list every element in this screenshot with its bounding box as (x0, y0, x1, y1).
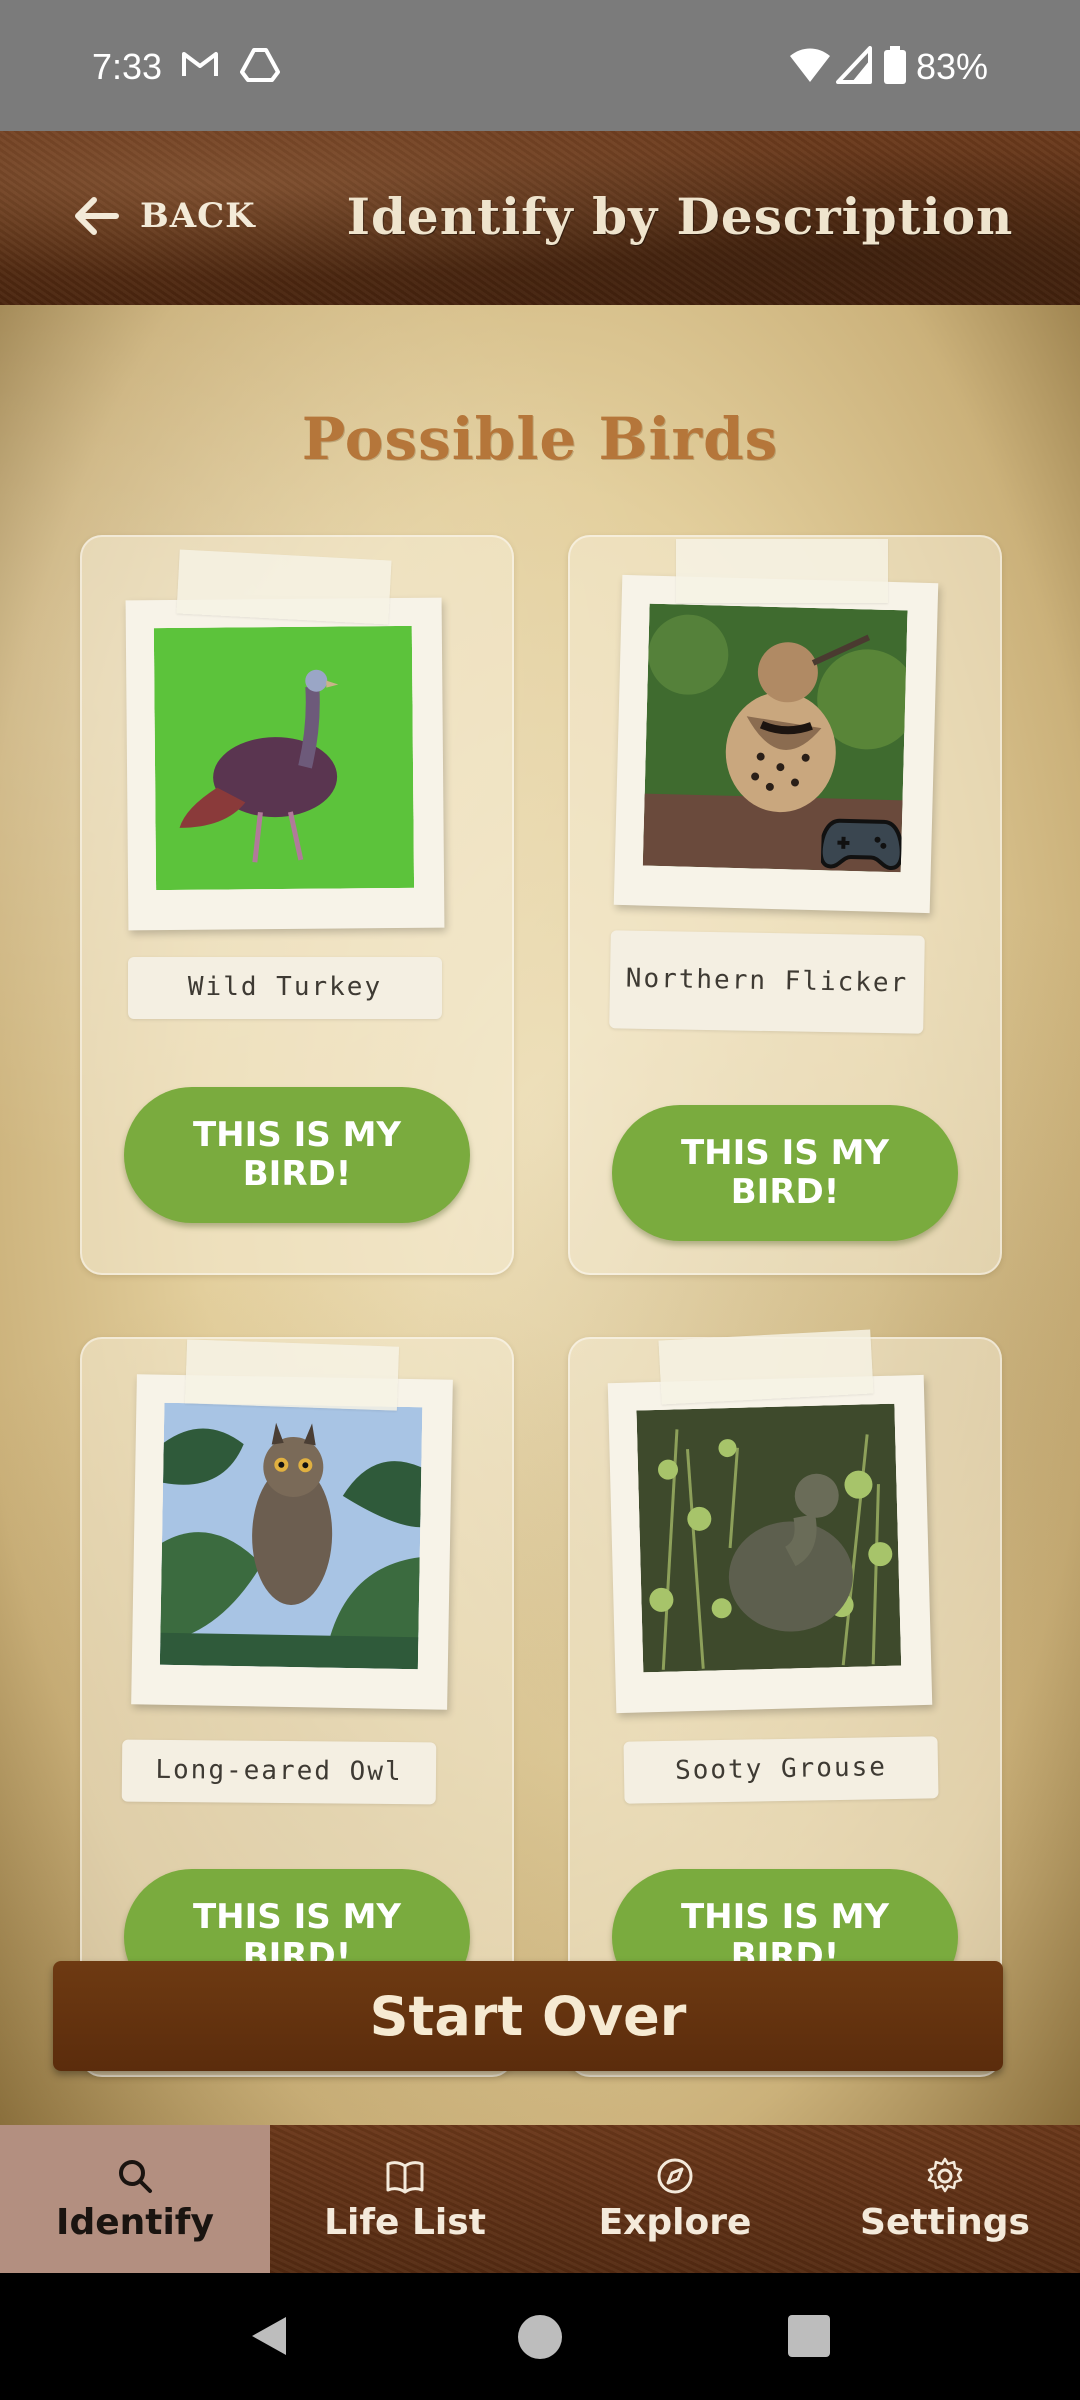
book-icon (386, 2160, 424, 2193)
bird-card-wild-turkey: Wild Turkey THIS IS MY BIRD! (80, 535, 514, 1275)
nav-tab-identify[interactable]: Identify (0, 2125, 270, 2273)
tape-strip (184, 1339, 400, 1411)
long-eared-owl-photo (159, 1402, 423, 1670)
gmail-icon (180, 46, 220, 91)
nav-label-identify: Identify (56, 2201, 214, 2243)
wild-turkey-photo (153, 625, 415, 891)
compass-icon (657, 2158, 693, 2193)
recents-square-icon[interactable] (788, 2315, 830, 2361)
this-is-my-bird-button[interactable]: THIS IS MY BIRD! (124, 1087, 470, 1223)
tape-strip (176, 549, 392, 625)
battery-icon (884, 46, 906, 93)
bottom-nav: Identify Life List Explore Settings (0, 2125, 1080, 2273)
nav-tab-settings[interactable]: Settings (810, 2125, 1080, 2273)
bird-photo-frame (613, 574, 939, 914)
battery-percentage: 83% (916, 46, 989, 87)
signal-icon (836, 46, 872, 93)
arrow-left-icon (75, 197, 119, 235)
tape-strip (676, 539, 888, 603)
bird-name-label: Wild Turkey (128, 957, 442, 1019)
home-circle-icon[interactable] (516, 2313, 564, 2365)
possible-birds-heading: Possible Birds (301, 405, 779, 473)
back-button[interactable]: BACK (70, 181, 270, 251)
bird-name-label: Long-eared Owl (121, 1739, 437, 1805)
bird-photo-frame (125, 597, 445, 931)
gamepad-icon (818, 812, 904, 874)
results-area[interactable]: Possible Birds Wild Turkey THIS IS MY BI… (0, 305, 1080, 2125)
bird-name-label: Northern Flicker (609, 930, 925, 1034)
system-nav-bar (0, 2273, 1080, 2400)
status-time: 7:33 (92, 46, 163, 87)
nav-tab-explore[interactable]: Explore (540, 2125, 810, 2273)
bird-card-northern-flicker: Northern Flicker THIS IS MY BIRD! (568, 535, 1002, 1275)
nav-label-life-list: Life List (324, 2201, 486, 2243)
nav-label-explore: Explore (598, 2201, 752, 2243)
app-header: BACK Identify by Description (0, 131, 1080, 305)
drive-icon (240, 46, 280, 91)
gear-icon (927, 2157, 963, 2192)
sooty-grouse-photo (636, 1403, 902, 1673)
wifi-icon (788, 46, 832, 93)
page-title: Identify by Description (346, 186, 1014, 246)
this-is-my-bird-button[interactable]: THIS IS MY BIRD! (612, 1105, 958, 1241)
nav-tab-life-list[interactable]: Life List (270, 2125, 540, 2273)
start-over-button[interactable]: Start Over (53, 1961, 1003, 2071)
status-bar: 7:33 83% (0, 0, 1080, 131)
bird-photo-frame (131, 1374, 453, 1710)
back-triangle-icon[interactable] (246, 2313, 292, 2363)
search-icon (119, 2159, 152, 2193)
tape-strip (658, 1329, 874, 1405)
back-label: BACK (140, 196, 256, 236)
bird-name-label: Sooty Grouse (623, 1736, 939, 1804)
nav-label-settings: Settings (860, 2201, 1030, 2243)
bird-photo-frame (607, 1374, 933, 1714)
